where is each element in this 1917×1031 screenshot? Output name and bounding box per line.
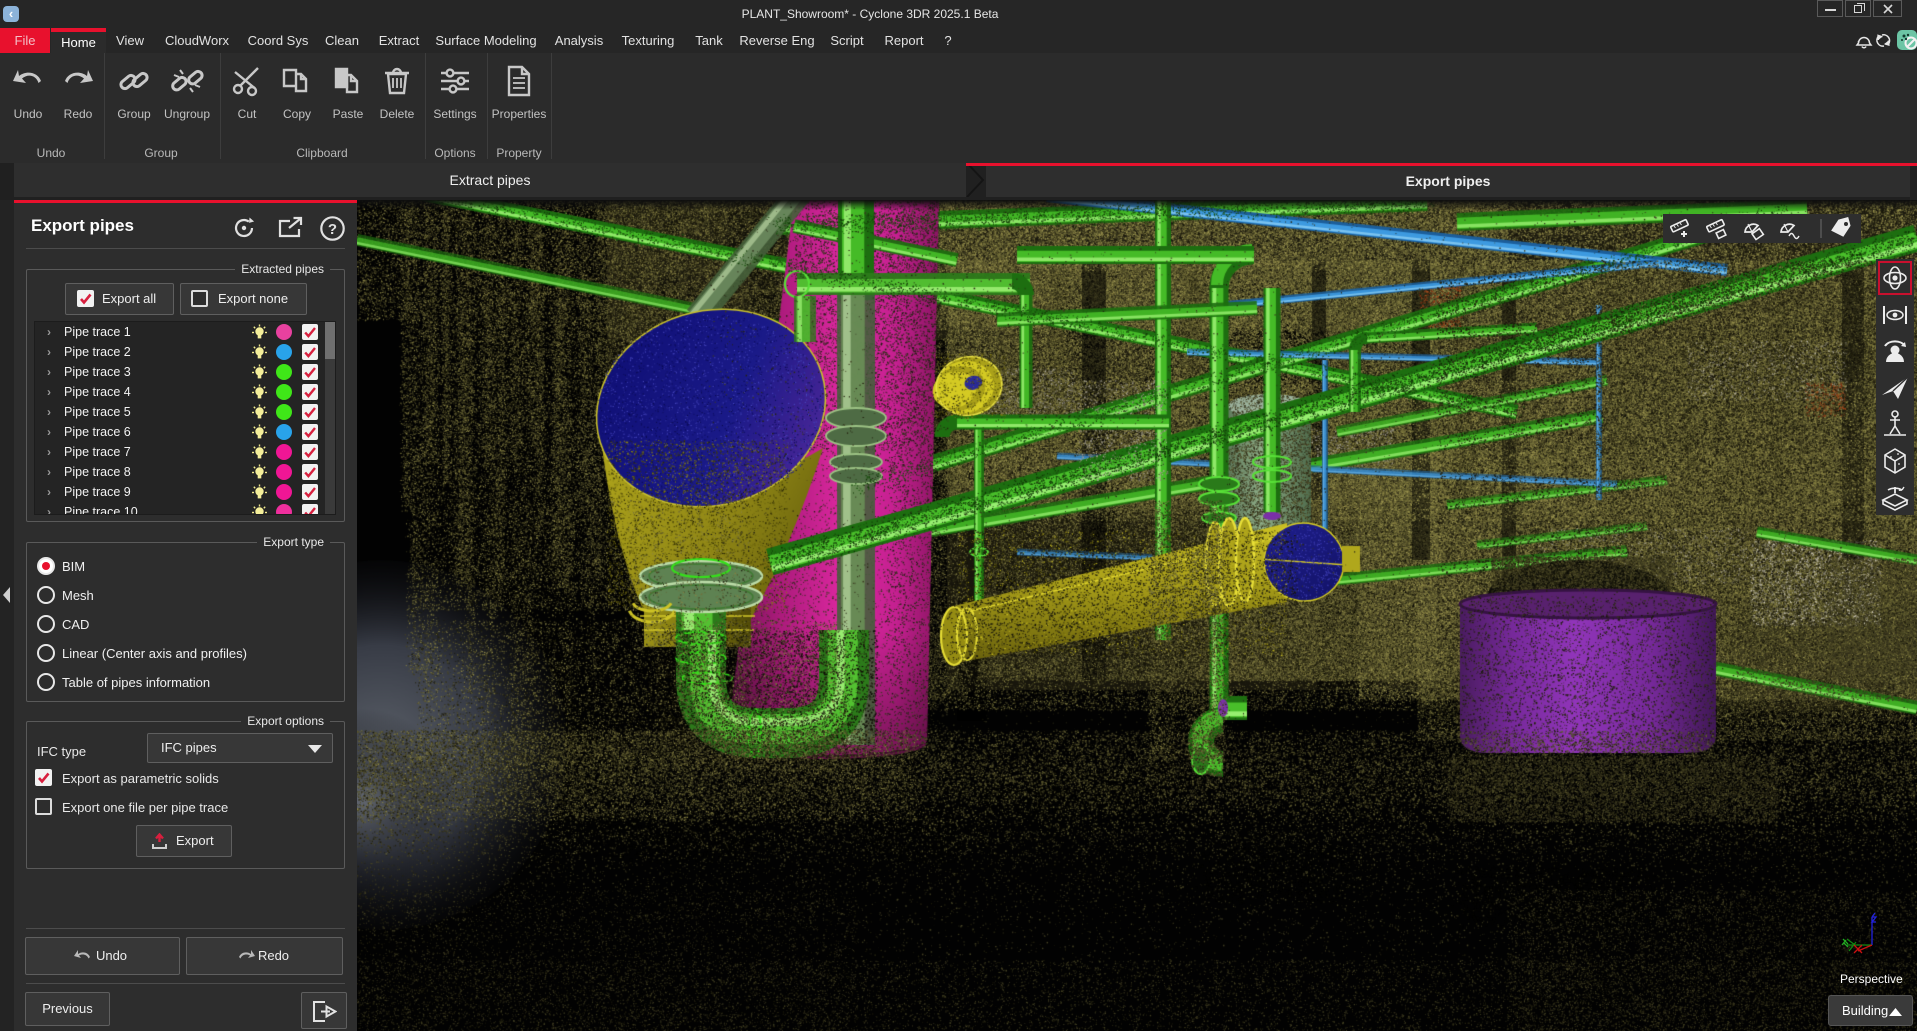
svg-text:?: ? bbox=[328, 221, 337, 238]
